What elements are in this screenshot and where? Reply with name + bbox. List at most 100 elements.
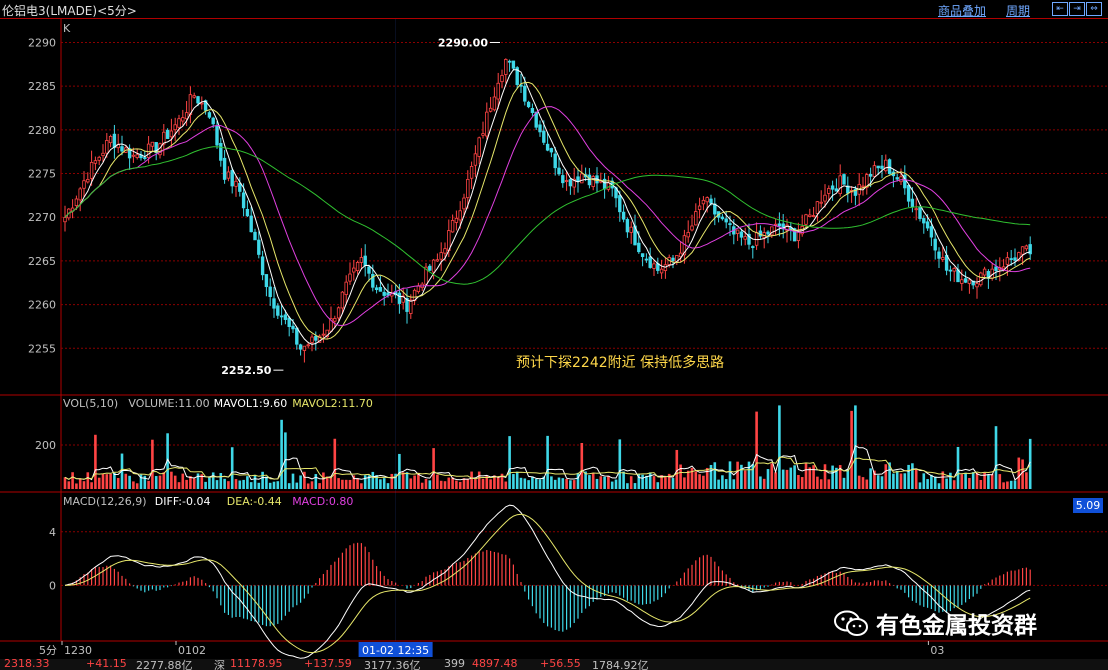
volume-bar [504, 481, 508, 489]
candle-body [355, 262, 360, 272]
ticker-market: 深 [214, 659, 225, 670]
volume-bar [1013, 480, 1017, 489]
candle-body [97, 156, 101, 161]
candle-body [310, 336, 314, 343]
candle-body [944, 254, 949, 271]
volume-bar [736, 461, 739, 489]
candle-body [352, 267, 356, 273]
candle-body [937, 251, 941, 259]
candle-body [511, 60, 516, 69]
candle-body [1005, 257, 1010, 265]
candle-body [226, 171, 231, 179]
volume-bar [880, 476, 884, 489]
volume-bar [861, 477, 865, 489]
macd-tick-label: 4 [49, 526, 56, 539]
nav-expand-icon[interactable]: ⇔ [1086, 2, 1102, 16]
candle-body [272, 298, 276, 309]
candle-body [82, 180, 86, 189]
volume-bar [629, 476, 633, 489]
ticker-change: +56.55 [540, 659, 581, 670]
volume-bar [390, 473, 394, 489]
price-tick-label: 2285 [28, 80, 56, 93]
candle-body [443, 248, 447, 254]
candle-body [671, 257, 675, 261]
volume-bar [755, 411, 758, 489]
candle-body [808, 214, 812, 217]
candle-body [359, 257, 364, 263]
candle-body [697, 205, 702, 210]
volume-bar [907, 464, 910, 489]
candle-body [686, 232, 690, 238]
candle-body [929, 226, 934, 238]
volume-bar [933, 476, 937, 489]
volume-bar [436, 474, 439, 489]
candle-body [739, 231, 744, 238]
volume-bar [398, 453, 401, 489]
volume-bar [785, 469, 789, 489]
volume-bar [793, 465, 796, 489]
candle-body [766, 231, 770, 235]
period-link[interactable]: 周期 [1006, 2, 1030, 19]
price-tick-label: 2290 [28, 36, 56, 49]
volume-bar [945, 478, 948, 489]
candle-body [618, 195, 622, 213]
candle-body [314, 335, 318, 341]
volume-bar [474, 479, 477, 489]
candle-body [181, 117, 185, 122]
candle-body [963, 278, 968, 283]
volume-bar [477, 471, 481, 489]
volume-bar [645, 475, 648, 489]
candle-body [378, 286, 383, 292]
candle-body [884, 159, 888, 172]
price-tick-label: 2275 [28, 168, 56, 181]
candle-body [948, 269, 953, 272]
volume-bar [1009, 480, 1013, 489]
candle-body [713, 203, 717, 215]
candle-body [462, 197, 466, 210]
candle-body [701, 199, 706, 205]
price-tick-label: 2265 [28, 255, 56, 268]
volume-bar [770, 463, 774, 489]
watermark-text: 有色金属投资群 [876, 613, 1037, 639]
candle-body [523, 85, 527, 102]
overlay-link[interactable]: 商品叠加 [938, 2, 986, 19]
volume-bar [234, 479, 238, 489]
volume-bar [538, 479, 542, 489]
candle-body [120, 146, 124, 152]
nav-left-icon[interactable]: ⇤ [1052, 2, 1068, 16]
volume-bar [846, 469, 850, 489]
candle-body [321, 333, 326, 336]
volume-bar [664, 476, 667, 489]
candle-body [811, 215, 816, 217]
volume-header-mavol2: MAVOL2:11.70 [292, 397, 373, 410]
volume-bar [869, 468, 872, 489]
candle-body [644, 258, 649, 261]
candle-body [397, 292, 402, 304]
ticker-amount: 3177.36亿 [364, 659, 421, 670]
date-label: 1230 [64, 644, 92, 657]
candle-body [473, 153, 478, 166]
nav-right-icon[interactable]: ⇥ [1069, 2, 1085, 16]
candle-body [652, 263, 656, 269]
volume-bar [356, 478, 359, 489]
volume-tick-label: 200 [35, 439, 56, 452]
volume-bar [819, 479, 823, 489]
candle-body [173, 124, 177, 131]
candle-body [553, 153, 557, 169]
volume-bar [382, 478, 386, 489]
candle-body [545, 143, 550, 151]
candle-body [112, 133, 117, 148]
volume-bar [280, 419, 283, 489]
candle-body [469, 166, 474, 179]
price-tick-label: 2270 [28, 211, 56, 224]
candle-body [279, 315, 284, 318]
candle-body [276, 305, 280, 316]
volume-bar [230, 447, 234, 489]
candle-body [428, 265, 432, 271]
chart-canvas[interactable]: 2255 2260 2265 2270 2275 2280 2285 2290 K 2290.00… [0, 19, 1108, 659]
volume-bar [181, 473, 185, 489]
candle-body [994, 266, 998, 271]
volume-bar [930, 474, 933, 489]
volume-bar [534, 478, 538, 489]
volume-bar [937, 483, 941, 489]
